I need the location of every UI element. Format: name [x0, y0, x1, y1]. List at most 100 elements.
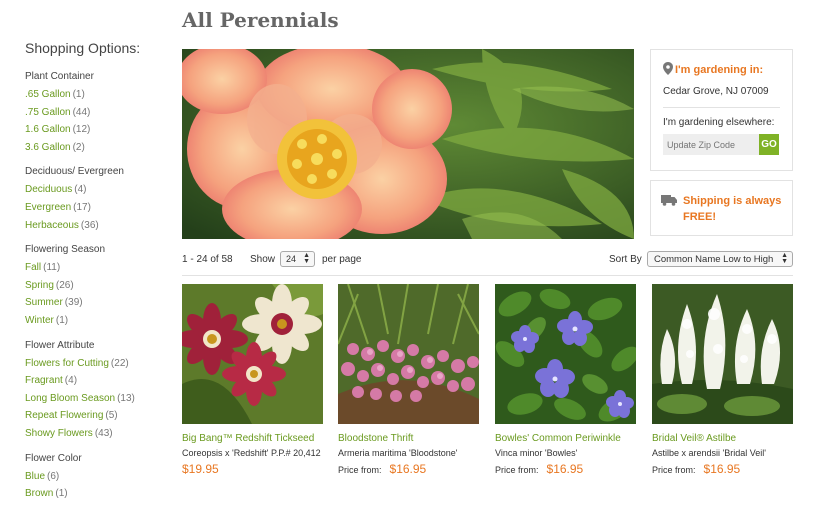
filter-option[interactable]: Flowers for Cutting (22): [25, 355, 165, 373]
per-page-select[interactable]: 24 ▲ ▼: [280, 251, 315, 267]
filter-option[interactable]: Winter (1): [25, 312, 165, 330]
filter-group-title: Plant Container: [25, 71, 94, 82]
filter-group-title: Flower Attribute: [25, 339, 95, 351]
sort-by-value: Common Name Low to High: [654, 254, 774, 265]
filter-option-label[interactable]: Repeat Flowering: [25, 410, 103, 421]
filter-option-label[interactable]: Flowers for Cutting: [25, 358, 109, 369]
sort-by-select[interactable]: Common Name Low to High ▲ ▼: [647, 251, 793, 267]
filter-option-label[interactable]: Long Bloom Season: [25, 393, 115, 404]
per-page-label: per page: [322, 254, 362, 265]
product-botanical-name: Astilbe x arendsii 'Bridal Veil': [652, 448, 766, 458]
free-shipping-box: Shipping is always FREE!: [650, 180, 793, 236]
product-price-row: Price from: $16.95: [495, 462, 636, 476]
filter-group: Plant Container .65 Gallon (1) .75 Gallon (4…: [25, 70, 165, 156]
location-heading-row: I'm gardening in:: [663, 62, 780, 78]
filter-option[interactable]: Evergreen (17): [25, 199, 165, 217]
filter-option-count: (26): [55, 279, 74, 291]
product-botanical-name: Armeria maritima 'Bloodstone': [338, 448, 458, 458]
filter-option-count: (12): [72, 124, 91, 136]
product-name[interactable]: Bloodstone Thrift: [338, 432, 479, 446]
filter-group-title: Flower Color: [25, 452, 82, 464]
filter-option[interactable]: 1.6 Gallon (12): [25, 121, 165, 139]
filter-option[interactable]: Herbaceous (36): [25, 217, 165, 235]
listing-toolbar: 1 - 24 of 58 Show 24 ▲ ▼ per page Sort By…: [182, 250, 793, 270]
shopping-options-sidebar: Shopping Options: Plant Container .65 Gal…: [25, 40, 165, 509]
product-image[interactable]: [182, 284, 323, 424]
filter-option-count: (5): [105, 410, 118, 422]
filter-option-label[interactable]: .65 Gallon: [25, 89, 71, 100]
product-price-row: Price from: $16.95: [338, 462, 479, 476]
filter-option-label[interactable]: 1.6 Gallon: [25, 124, 71, 135]
result-range: 1 - 24 of 58: [182, 254, 233, 265]
product-botanical-name: Vinca minor 'Bowles': [495, 448, 578, 458]
filter-option-label[interactable]: Showy Flowers: [25, 428, 93, 439]
filter-option-label[interactable]: Brown: [25, 488, 53, 499]
filter-option-count: (44): [72, 106, 91, 118]
filter-option-count: (6): [47, 470, 60, 482]
filter-option[interactable]: Deciduous (4): [25, 181, 165, 199]
product-image[interactable]: [495, 284, 636, 424]
location-heading: I'm gardening in:: [675, 64, 764, 76]
product-image[interactable]: [338, 284, 479, 424]
product-price-row: $19.95: [182, 462, 323, 476]
product-price: $19.95: [182, 462, 219, 476]
filter-option[interactable]: 3.6 Gallon (2): [25, 139, 165, 157]
filter-groups: Plant Container .65 Gallon (1) .75 Gallon (4…: [25, 70, 165, 503]
filter-option-label[interactable]: Evergreen: [25, 202, 71, 213]
filter-option[interactable]: Summer (39): [25, 294, 165, 312]
filter-option-count: (43): [94, 427, 113, 439]
zip-form: GO: [663, 134, 780, 155]
filter-option-label[interactable]: Blue: [25, 471, 45, 482]
filter-option-label[interactable]: Summer: [25, 297, 63, 308]
filter-option-label[interactable]: Herbaceous: [25, 220, 79, 231]
filter-option-count: (1): [55, 314, 69, 326]
filter-option-count: (11): [43, 262, 61, 274]
filter-option-label[interactable]: Spring: [25, 280, 54, 291]
toolbar-divider: [182, 275, 793, 276]
filter-option-label[interactable]: .75 Gallon: [25, 107, 71, 118]
filter-option[interactable]: Fall (11): [25, 259, 165, 277]
product-card[interactable]: Bridal Veil® Astilbe Astilbe x arendsii …: [652, 284, 793, 476]
filter-option[interactable]: Repeat Flowering (5): [25, 407, 165, 425]
sidebar-heading: Shopping Options:: [25, 40, 141, 56]
filter-group: Deciduous/ Evergreen Deciduous (4) Evergree…: [25, 165, 165, 234]
location-city: Cedar Grove, NJ 07009: [663, 86, 780, 108]
zip-code-input[interactable]: [663, 134, 759, 155]
filter-option-count: (17): [73, 201, 91, 213]
product-name[interactable]: Bowles' Common Periwinkle: [495, 432, 636, 446]
filter-option-count: (4): [74, 184, 87, 196]
filter-option[interactable]: Long Bloom Season (13): [25, 390, 165, 408]
price-from-label: Price from:: [495, 465, 539, 475]
peony-illustration: [182, 49, 634, 239]
filter-option[interactable]: Spring (26): [25, 277, 165, 295]
shipping-text-line1: Shipping is always: [683, 195, 782, 207]
product-price: $16.95: [546, 462, 584, 476]
filter-option-label[interactable]: Fall: [25, 262, 41, 273]
zip-go-button[interactable]: GO: [759, 134, 779, 155]
filter-option[interactable]: Brown (1): [25, 485, 165, 503]
filter-option-count: (36): [80, 219, 99, 231]
product-card[interactable]: Bloodstone Thrift Armeria maritima 'Bloo…: [338, 284, 479, 476]
product-name[interactable]: Bridal Veil® Astilbe: [652, 432, 793, 446]
filter-option-count: (1): [72, 89, 85, 100]
shipping-text-line2: FREE!: [683, 211, 716, 223]
filter-option-label[interactable]: Deciduous: [25, 184, 72, 195]
filter-option-label[interactable]: Winter: [25, 315, 54, 326]
filter-option[interactable]: .75 Gallon (44): [25, 104, 165, 122]
filter-option-label[interactable]: Fragrant: [25, 375, 63, 386]
filter-group: Flower Color Blue (6) Brown (1): [25, 452, 165, 503]
gardening-location-box: I'm gardening in: Cedar Grove, NJ 07009 …: [650, 49, 793, 171]
product-name[interactable]: Big Bang™ Redshift Tickseed: [182, 432, 323, 446]
filter-option-count: (22): [110, 357, 129, 369]
filter-option[interactable]: .65 Gallon (1): [25, 86, 165, 104]
product-image[interactable]: [652, 284, 793, 424]
product-card[interactable]: Bowles' Common Periwinkle Vinca minor 'B…: [495, 284, 636, 476]
filter-option-count: (1): [55, 488, 68, 500]
filter-group: Flowering Season Fall (11) Spring (26) Summer…: [25, 243, 165, 329]
product-card[interactable]: Big Bang™ Redshift Tickseed Coreopsis x …: [182, 284, 323, 476]
filter-option-label[interactable]: 3.6 Gallon: [25, 142, 71, 153]
select-arrows-icon: ▲ ▼: [303, 252, 310, 265]
filter-option[interactable]: Fragrant (4): [25, 372, 165, 390]
filter-option[interactable]: Blue (6): [25, 468, 165, 486]
filter-option[interactable]: Showy Flowers (43): [25, 425, 165, 443]
